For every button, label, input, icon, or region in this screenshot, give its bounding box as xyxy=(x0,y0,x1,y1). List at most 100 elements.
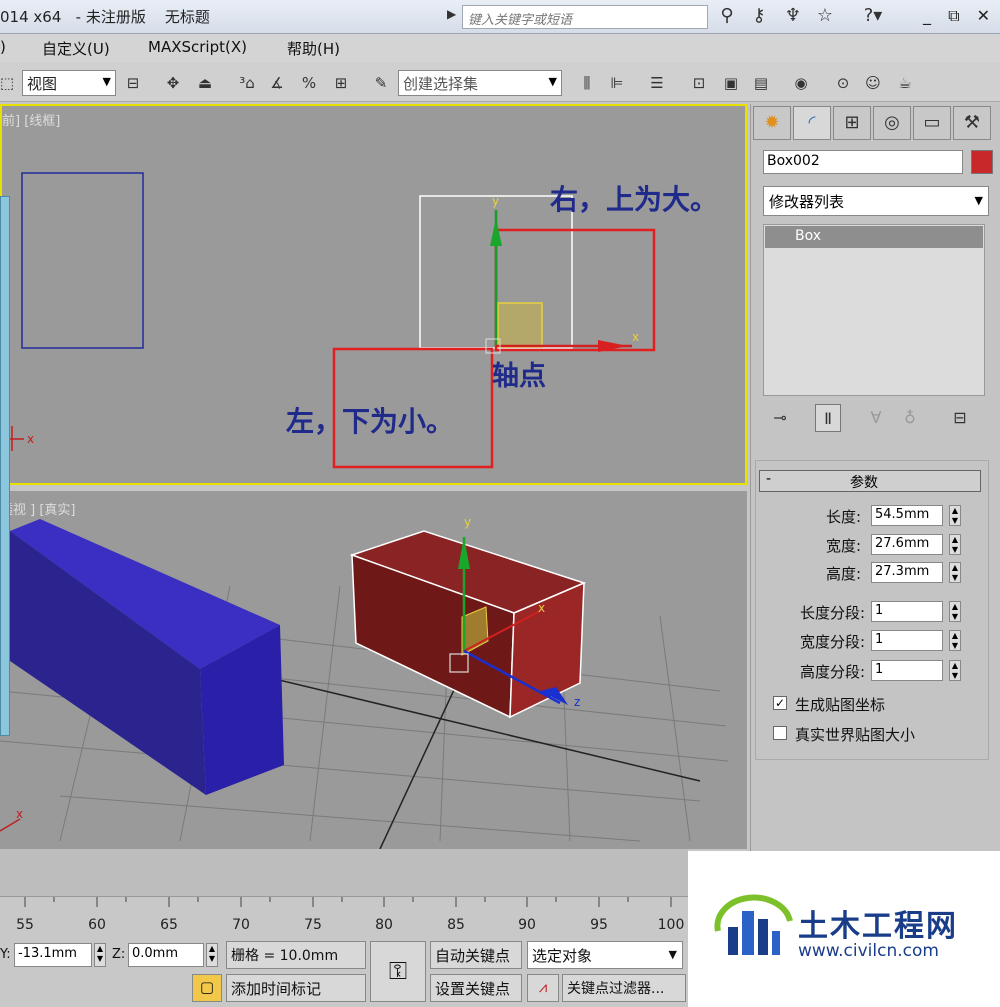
keyboard-shortcut-icon[interactable]: ⏏ xyxy=(192,70,218,96)
time-tag-icon[interactable]: ▢ xyxy=(192,974,222,1002)
y-coord-spinner[interactable]: ▲ ▼ xyxy=(94,943,106,967)
reference-coord-combo[interactable]: 视图 ▼ xyxy=(22,70,116,96)
height-segs-field[interactable]: 1 xyxy=(871,660,943,681)
align-icon[interactable]: ⊫ xyxy=(604,70,630,96)
pin-stack-icon[interactable]: ⊸ xyxy=(767,404,793,432)
pivot-plane-gizmo xyxy=(497,302,543,348)
z-coord-spinner[interactable]: ▲ ▼ xyxy=(206,943,218,967)
configure-sets-icon[interactable]: ⊟ xyxy=(947,404,973,432)
named-selection-combo[interactable]: 创建选择集 ▼ xyxy=(398,70,562,96)
rollout-title: 参数 xyxy=(850,475,878,491)
angle-snap-icon[interactable]: ∡ xyxy=(264,70,290,96)
menu-item-help[interactable]: 帮助(H) xyxy=(287,38,340,59)
schematic-view-icon[interactable]: ▤ xyxy=(748,70,774,96)
remove-modifier-icon[interactable]: ♁ xyxy=(897,404,923,432)
binoculars-icon[interactable]: ⚲ xyxy=(714,4,740,28)
layer-manager-icon[interactable]: ☰ xyxy=(644,70,670,96)
snap-3d-icon[interactable]: ³⌂ xyxy=(234,70,260,96)
viewport-perspective[interactable]: 透视 ] [真实] y x z x xyxy=(0,491,747,849)
y-coord-label: Y: xyxy=(0,947,11,962)
antenna-icon[interactable]: ♆ xyxy=(780,4,806,28)
stack-item-box[interactable]: Box xyxy=(765,226,983,248)
rendered-frame-icon[interactable]: ☺ xyxy=(860,70,886,96)
edit-named-selection-icon[interactable]: ✎ xyxy=(368,70,394,96)
star-icon[interactable]: ☆ xyxy=(812,4,838,28)
tab-display[interactable]: ▭ xyxy=(913,106,951,140)
menu-bar: ) 自定义(U) MAXScript(X) 帮助(H) xyxy=(0,34,1000,62)
height-spinner[interactable]: ▲ ▼ xyxy=(949,562,961,583)
length-segs-spinner[interactable]: ▲ ▼ xyxy=(949,601,961,622)
pivot-center-icon[interactable]: ⊟ xyxy=(120,70,146,96)
tick-label: 65 xyxy=(160,917,178,933)
key-filters-button[interactable]: 关键点过滤器... xyxy=(562,974,686,1002)
real-world-checkbox[interactable] xyxy=(773,726,787,740)
show-end-result-icon[interactable]: Ⅱ xyxy=(815,404,841,432)
tab-create[interactable]: ✹ xyxy=(753,106,791,140)
z-coord-field[interactable]: 0.0mm xyxy=(128,943,204,967)
perspective-canvas xyxy=(0,519,729,849)
render-setup-icon[interactable]: ⊙ xyxy=(830,70,856,96)
set-key-button[interactable]: 设置关键点 xyxy=(430,974,522,1002)
percent-snap-icon[interactable]: % xyxy=(296,70,322,96)
rollout-header[interactable]: - 参数 xyxy=(759,470,981,492)
length-field[interactable]: 54.5mm xyxy=(871,505,943,526)
key-icon[interactable]: ⚷ xyxy=(746,4,772,28)
floating-panel-edge[interactable] xyxy=(0,196,10,736)
add-time-tag-button[interactable]: 添加时间标记 xyxy=(226,974,366,1002)
select-region-icon[interactable]: ⬚ xyxy=(0,70,20,96)
reference-coord-value: 视图 xyxy=(27,75,58,93)
width-field[interactable]: 27.6mm xyxy=(871,534,943,555)
key-mode-icon[interactable]: ⩘ xyxy=(527,974,559,1002)
y-axis-label: y xyxy=(492,194,500,208)
search-input[interactable]: 键入关键字或短语 xyxy=(462,5,708,29)
spinner-snap-icon[interactable]: ⊞ xyxy=(328,70,354,96)
tab-motion[interactable]: ◎ xyxy=(873,106,911,140)
viewport-front[interactable]: 前] [线框] y x x 右，上为大。 轴点 左，下为小。 xyxy=(0,104,747,485)
length-spinner[interactable]: ▲ ▼ xyxy=(949,505,961,526)
width-spinner[interactable]: ▲ ▼ xyxy=(949,534,961,555)
mirror-icon[interactable]: ⫼ xyxy=(574,70,600,96)
help-icon[interactable]: ?▾ xyxy=(860,4,886,28)
make-unique-icon[interactable]: ∀ xyxy=(863,404,889,432)
time-slider-ruler[interactable]: 55 60 65 70 75 80 85 90 95 100 xyxy=(0,896,688,938)
height-field[interactable]: 27.3mm xyxy=(871,562,943,583)
tab-modify[interactable]: ◜ xyxy=(793,106,831,140)
select-manipulate-icon[interactable]: ✥ xyxy=(160,70,186,96)
tab-utilities[interactable]: ⚒ xyxy=(953,106,991,140)
object-color-swatch[interactable] xyxy=(971,150,993,174)
trackbar-area[interactable] xyxy=(0,849,688,896)
menu-item-maxscript[interactable]: MAXScript(X) xyxy=(148,38,247,56)
menu-item-views[interactable]: ) xyxy=(0,38,6,56)
tab-hierarchy[interactable]: ⊞ xyxy=(833,106,871,140)
modifier-list-combo[interactable]: 修改器列表 ▼ xyxy=(763,186,989,216)
collapse-toggle[interactable]: - xyxy=(766,471,771,487)
window-controls[interactable]: _ ⧉ ✕ xyxy=(923,6,996,26)
modifier-stack[interactable]: Box xyxy=(763,224,985,396)
render-teapot-icon[interactable]: ☕ xyxy=(892,70,918,96)
menu-item-customize[interactable]: 自定义(U) xyxy=(42,38,110,59)
curve-editor-icon[interactable]: ▣ xyxy=(718,70,744,96)
width-segs-spinner[interactable]: ▲ ▼ xyxy=(949,630,961,651)
graphite-tools-icon[interactable]: ⊡ xyxy=(686,70,712,96)
real-world-label: 真实世界贴图大小 xyxy=(795,726,916,744)
watermark-url: www.civilcn.com xyxy=(798,941,939,961)
chevron-down-icon: ▼ xyxy=(668,948,677,961)
key-icon[interactable]: ⚿ xyxy=(370,941,426,1002)
auto-key-button[interactable]: 自动关键点 xyxy=(430,941,522,969)
key-filter-selection-combo[interactable]: 选定对象 ▼ xyxy=(527,941,683,969)
expand-arrow-icon[interactable]: ▶ xyxy=(447,7,456,21)
y-coord-field[interactable]: -13.1mm xyxy=(14,943,92,967)
sun-icon: ✹ xyxy=(764,112,780,133)
modifier-list-label: 修改器列表 xyxy=(769,193,845,211)
motion-icon: ◎ xyxy=(884,112,900,133)
gen-mapping-checkbox[interactable]: ✓ xyxy=(773,696,787,710)
object-name-field[interactable]: Box002 xyxy=(763,150,963,174)
length-segs-field[interactable]: 1 xyxy=(871,601,943,622)
grid-size-display: 栅格 = 10.0mm xyxy=(226,941,366,969)
width-segs-field[interactable]: 1 xyxy=(871,630,943,651)
height-segs-spinner[interactable]: ▲ ▼ xyxy=(949,660,961,681)
material-editor-icon[interactable]: ◉ xyxy=(788,70,814,96)
height-label: 高度: xyxy=(825,565,861,583)
length-segs-label: 长度分段: xyxy=(799,604,865,622)
annotation-left-lower: 左，下为小。 xyxy=(286,405,455,438)
